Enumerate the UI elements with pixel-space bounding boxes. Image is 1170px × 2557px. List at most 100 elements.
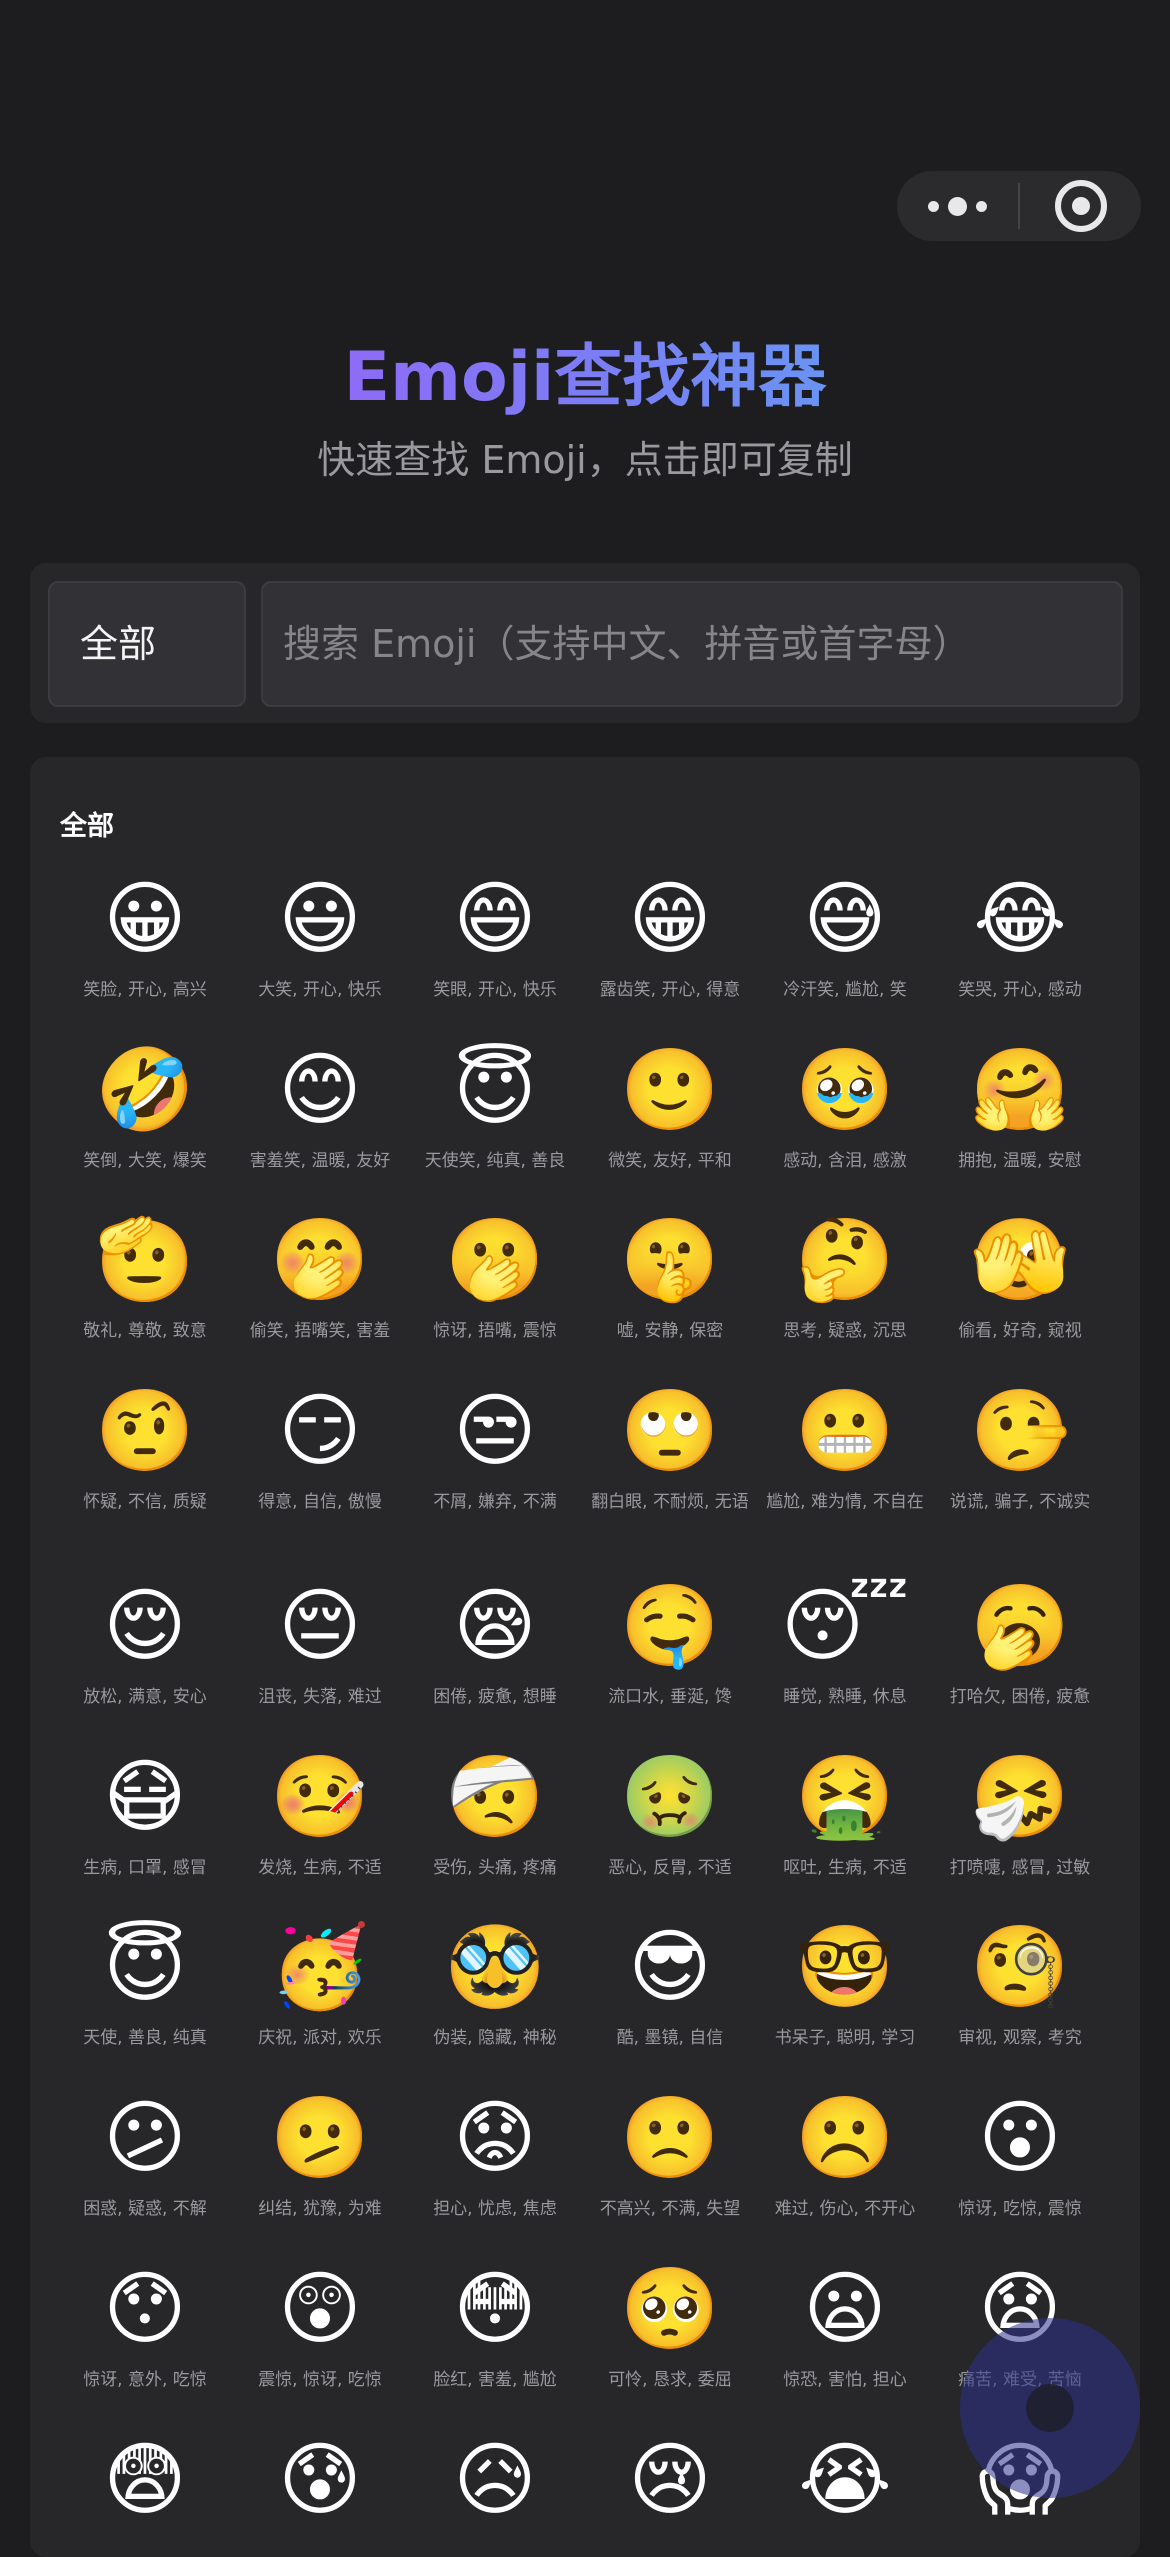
emoji-cell[interactable]: 🙂 微笑, 友好, 平和: [585, 1043, 755, 1173]
emoji-cell[interactable]: 🤣 笑倒, 大笑, 爆笑: [60, 1043, 230, 1173]
more-dots-icon[interactable]: [897, 171, 1018, 241]
emoji-cell[interactable]: 😬 尴尬, 难为情, 不自在: [760, 1384, 930, 1514]
emoji-cell[interactable]: 😨: [60, 2433, 230, 2539]
emoji-keywords: 流口水, 垂涎, 馋: [608, 1687, 732, 1707]
emoji-glyph: 🙄: [620, 1384, 720, 1477]
emoji-cell[interactable]: 😥: [410, 2433, 580, 2539]
emoji-keywords: 露齿笑, 开心, 得意: [599, 980, 741, 1000]
emoji-cell[interactable]: 🥹 感动, 含泪, 感激: [760, 1043, 930, 1173]
emoji-cell[interactable]: 😊 害羞笑, 温暖, 友好: [235, 1043, 405, 1173]
emoji-keywords: 笑倒, 大笑, 爆笑: [83, 1151, 207, 1171]
emoji-cell[interactable]: ☹️ 难过, 伤心, 不开心: [760, 2091, 930, 2221]
emoji-cell[interactable]: 🤢 恶心, 反胃, 不适: [585, 1750, 755, 1880]
emoji-cell[interactable]: 😲 震惊, 惊讶, 吃惊: [235, 2262, 405, 2392]
emoji-list-panel: 全部 😀 笑脸, 开心, 高兴 😃 大笑, 开心, 快乐 😄 笑眼, 开心, 快乐 😁 露齿笑…: [30, 757, 1140, 2557]
emoji-glyph: 🥳: [270, 1920, 370, 2013]
emoji-glyph: 🤫: [620, 1213, 720, 1306]
emoji-cell[interactable]: 🥱 打哈欠, 困倦, 疲惫: [935, 1579, 1105, 1709]
emoji-keywords: 庆祝, 派对, 欢乐: [258, 2028, 382, 2048]
emoji-cell[interactable]: 😕 困惑, 疑惑, 不解: [60, 2091, 230, 2221]
emoji-cell[interactable]: 🙄 翻白眼, 不耐烦, 无语: [585, 1384, 755, 1514]
emoji-cell[interactable]: 😭: [760, 2433, 930, 2539]
emoji-cell[interactable]: 🤤 流口水, 垂涎, 馋: [585, 1579, 755, 1709]
emoji-glyph: 😔: [278, 1579, 362, 1672]
emoji-cell[interactable]: 😇 天使笑, 纯真, 善良: [410, 1043, 580, 1173]
emoji-keywords: 震惊, 惊讶, 吃惊: [258, 2370, 382, 2390]
emoji-cell[interactable]: 😂 笑哭, 开心, 感动: [935, 872, 1105, 1002]
emoji-cell[interactable]: 😎 酷, 墨镜, 自信: [585, 1920, 755, 2050]
emoji-cell[interactable]: 😯 惊讶, 意外, 吃惊: [60, 2262, 230, 2392]
emoji-keywords: 天使笑, 纯真, 善良: [424, 1151, 566, 1171]
emoji-cell[interactable]: 🫢 惊讶, 捂嘴, 震惊: [410, 1213, 580, 1343]
emoji-keywords: 不高兴, 不满, 失望: [599, 2199, 741, 2219]
emoji-keywords: 天使, 善良, 纯真: [83, 2028, 207, 2048]
emoji-glyph: 🤧: [970, 1750, 1070, 1843]
emoji-cell[interactable]: 😮 惊讶, 吃惊, 震惊: [935, 2091, 1105, 2221]
emoji-keywords: 嘘, 安静, 保密: [616, 1321, 724, 1341]
emoji-glyph: 😨: [103, 2433, 187, 2526]
page-subtitle: 快速查找 Emoji，点击即可复制: [317, 438, 853, 482]
emoji-cell[interactable]: 🤮 呕吐, 生病, 不适: [760, 1750, 930, 1880]
emoji-cell[interactable]: 🥸 伪装, 隐藏, 神秘: [410, 1920, 580, 2050]
target-circle-icon[interactable]: [1020, 171, 1141, 241]
emoji-cell[interactable]: 😷 生病, 口罩, 感冒: [60, 1750, 230, 1880]
emoji-cell[interactable]: 😢: [585, 2433, 755, 2539]
emoji-keywords: 书呆子, 聪明, 学习: [774, 2028, 916, 2048]
emoji-cell[interactable]: 🫡 敬礼, 尊敬, 致意: [60, 1213, 230, 1343]
page-title: Emoji查找神器: [0, 334, 1170, 422]
emoji-glyph: 🫤: [270, 2091, 370, 2184]
emoji-cell[interactable]: 🤔 思考, 疑惑, 沉思: [760, 1213, 930, 1343]
emoji-cell[interactable]: 😳 脸红, 害羞, 尴尬: [410, 2262, 580, 2392]
search-input[interactable]: 搜索 Emoji（支持中文、拼音或首字母）: [261, 581, 1123, 707]
emoji-cell[interactable]: 😟 担心, 忧虑, 焦虑: [410, 2091, 580, 2221]
emoji-glyph: 🙁: [620, 2091, 720, 2184]
emoji-cell[interactable]: 🧐 审视, 观察, 考究: [935, 1920, 1105, 2050]
emoji-cell[interactable]: 🤫 嘘, 安静, 保密: [585, 1213, 755, 1343]
emoji-cell[interactable]: 🫣 偷看, 好奇, 窥视: [935, 1213, 1105, 1343]
emoji-cell[interactable]: 😁 露齿笑, 开心, 得意: [585, 872, 755, 1002]
emoji-cell[interactable]: 😀 笑脸, 开心, 高兴: [60, 872, 230, 1002]
emoji-cell[interactable]: 😒 不屑, 嫌弃, 不满: [410, 1384, 580, 1514]
category-select[interactable]: 全部: [48, 581, 246, 707]
emoji-glyph: 😎: [628, 1920, 712, 2013]
emoji-glyph: 😅: [803, 872, 887, 965]
emoji-cell[interactable]: 🤕 受伤, 头痛, 疼痛: [410, 1750, 580, 1880]
emoji-cell[interactable]: 😦 惊恐, 害怕, 担心: [760, 2262, 930, 2392]
floating-action-button[interactable]: [960, 2318, 1140, 2498]
emoji-cell[interactable]: 🤗 拥抱, 温暖, 安慰: [935, 1043, 1105, 1173]
emoji-keywords: 睡觉, 熟睡, 休息: [783, 1687, 907, 1707]
emoji-cell[interactable]: 😴 睡觉, 熟睡, 休息: [760, 1579, 930, 1709]
emoji-cell[interactable]: 🙁 不高兴, 不满, 失望: [585, 2091, 755, 2221]
emoji-cell[interactable]: 😰: [235, 2433, 405, 2539]
emoji-cell[interactable]: 😌 放松, 满意, 安心: [60, 1579, 230, 1709]
emoji-keywords: 打哈欠, 困倦, 疲惫: [949, 1687, 1091, 1707]
emoji-glyph: 🤓: [795, 1920, 895, 2013]
emoji-cell[interactable]: 😇 天使, 善良, 纯真: [60, 1920, 230, 2050]
emoji-glyph: 🫡: [95, 1213, 195, 1306]
emoji-cell[interactable]: 😃 大笑, 开心, 快乐: [235, 872, 405, 1002]
emoji-keywords: 微笑, 友好, 平和: [608, 1151, 732, 1171]
emoji-glyph: 🤣: [95, 1043, 195, 1136]
emoji-keywords: 笑眼, 开心, 快乐: [433, 980, 557, 1000]
emoji-cell[interactable]: 😏 得意, 自信, 傲慢: [235, 1384, 405, 1514]
emoji-cell[interactable]: 🤒 发烧, 生病, 不适: [235, 1750, 405, 1880]
emoji-cell[interactable]: 🥺 可怜, 恳求, 委屈: [585, 2262, 755, 2392]
emoji-cell[interactable]: 🤧 打喷嚏, 感冒, 过敏: [935, 1750, 1105, 1880]
emoji-glyph: 🤗: [970, 1043, 1070, 1136]
emoji-cell[interactable]: 🤭 偷笑, 捂嘴笑, 害羞: [235, 1213, 405, 1343]
emoji-glyph: 😇: [103, 1920, 187, 2013]
emoji-glyph: 🙂: [620, 1043, 720, 1136]
emoji-keywords: 放松, 满意, 安心: [83, 1687, 207, 1707]
emoji-cell[interactable]: 🥳 庆祝, 派对, 欢乐: [235, 1920, 405, 2050]
emoji-cell[interactable]: 😅 冷汗笑, 尴尬, 笑: [760, 872, 930, 1002]
emoji-keywords: 得意, 自信, 傲慢: [258, 1492, 382, 1512]
emoji-cell[interactable]: 🤨 怀疑, 不信, 质疑: [60, 1384, 230, 1514]
emoji-cell[interactable]: 😪 困倦, 疲惫, 想睡: [410, 1579, 580, 1709]
emoji-cell[interactable]: 🫤 纠结, 犹豫, 为难: [235, 2091, 405, 2221]
emoji-cell[interactable]: 🤓 书呆子, 聪明, 学习: [760, 1920, 930, 2050]
emoji-cell[interactable]: 😔 沮丧, 失落, 难过: [235, 1579, 405, 1709]
emoji-glyph: 🫣: [970, 1213, 1070, 1306]
emoji-cell[interactable]: 🤥 说谎, 骗子, 不诚实: [935, 1384, 1105, 1514]
emoji-cell[interactable]: 😄 笑眼, 开心, 快乐: [410, 872, 580, 1002]
emoji-keywords: 酷, 墨镜, 自信: [616, 2028, 724, 2048]
